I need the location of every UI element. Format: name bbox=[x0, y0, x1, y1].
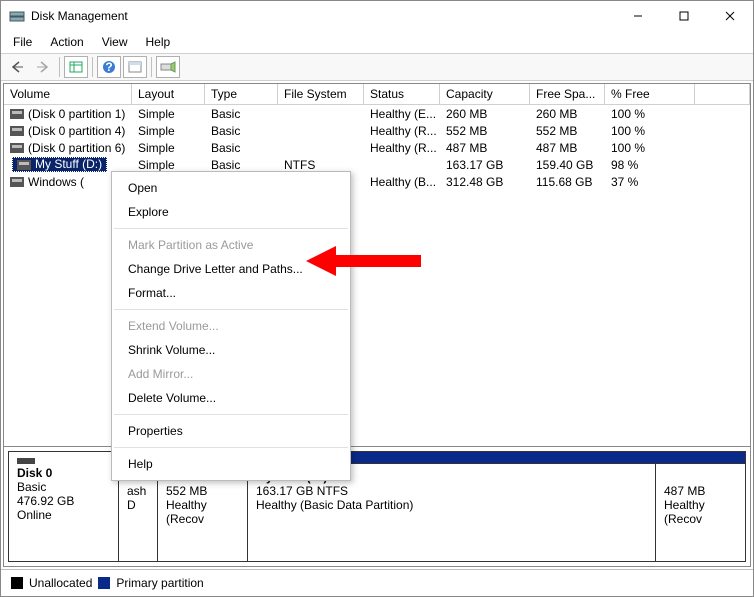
cell-layout: Simple bbox=[132, 107, 205, 121]
cell-fs: NTFS bbox=[278, 158, 364, 172]
partition-status: Healthy (Recov bbox=[166, 498, 239, 526]
disk-icon bbox=[17, 458, 35, 464]
table-row[interactable]: (Disk 0 partition 1)SimpleBasic Healthy (… bbox=[4, 105, 750, 122]
minimize-button[interactable] bbox=[615, 1, 661, 31]
cell-free: 159.40 GB bbox=[530, 158, 605, 172]
cell-pct: 100 % bbox=[605, 107, 695, 121]
forward-button[interactable] bbox=[31, 56, 55, 78]
disk-info-pane[interactable]: Disk 0 Basic 476.92 GB Online bbox=[8, 451, 118, 562]
col-volume[interactable]: Volume bbox=[4, 84, 132, 104]
col-capacity[interactable]: Capacity bbox=[440, 84, 530, 104]
col-type[interactable]: Type bbox=[205, 84, 278, 104]
cell-pct: 98 % bbox=[605, 158, 695, 172]
title-bar[interactable]: Disk Management bbox=[1, 1, 753, 31]
col-filesystem[interactable]: File System bbox=[278, 84, 364, 104]
cell-status: Healthy (R... bbox=[364, 141, 440, 155]
cell-type: Basic bbox=[205, 107, 278, 121]
cell-capacity: 487 MB bbox=[440, 141, 530, 155]
cell-volume: My Stuff (D:) bbox=[4, 157, 132, 173]
col-pctfree[interactable]: % Free bbox=[605, 84, 695, 104]
ctx-shrink-volume[interactable]: Shrink Volume... bbox=[112, 338, 350, 362]
app-icon bbox=[9, 8, 25, 24]
ctx-properties[interactable]: Properties bbox=[112, 419, 350, 443]
menu-view[interactable]: View bbox=[94, 33, 136, 51]
volume-table-header: Volume Layout Type File System Status Ca… bbox=[4, 84, 750, 105]
drive-icon bbox=[10, 143, 24, 153]
partition-status: Healthy (Recov bbox=[664, 498, 737, 526]
cell-capacity: 163.17 GB bbox=[440, 158, 530, 172]
table-row[interactable]: (Disk 0 partition 6)SimpleBasic Healthy (… bbox=[4, 139, 750, 156]
ctx-open[interactable]: Open bbox=[112, 176, 350, 200]
partition-size: 163.17 GB NTFS bbox=[256, 484, 647, 498]
close-button[interactable] bbox=[707, 1, 753, 31]
cell-capacity: 312.48 GB bbox=[440, 175, 530, 189]
window-title: Disk Management bbox=[31, 9, 615, 23]
col-freespace[interactable]: Free Spa... bbox=[530, 84, 605, 104]
legend-unallocated: Unallocated bbox=[29, 576, 92, 590]
cell-capacity: 552 MB bbox=[440, 124, 530, 138]
partition-size: 487 MB bbox=[664, 484, 737, 498]
cell-capacity: 260 MB bbox=[440, 107, 530, 121]
cell-pct: 100 % bbox=[605, 141, 695, 155]
col-spacer bbox=[695, 84, 750, 104]
help-button[interactable]: ? bbox=[97, 56, 121, 78]
drive-icon bbox=[10, 126, 24, 136]
cell-free: 115.68 GB bbox=[530, 175, 605, 189]
svg-text:?: ? bbox=[105, 60, 112, 74]
menu-bar: File Action View Help bbox=[1, 31, 753, 53]
legend-primary: Primary partition bbox=[116, 576, 203, 590]
partition-status: Healthy (Basic Data Partition) bbox=[256, 498, 647, 512]
ctx-help[interactable]: Help bbox=[112, 452, 350, 476]
drive-icon bbox=[10, 177, 24, 187]
menu-action[interactable]: Action bbox=[42, 33, 91, 51]
cell-volume: (Disk 0 partition 1) bbox=[4, 107, 132, 121]
cell-volume: (Disk 0 partition 4) bbox=[4, 124, 132, 138]
table-row[interactable]: (Disk 0 partition 4)SimpleBasic Healthy (… bbox=[4, 122, 750, 139]
partition-status: ash D bbox=[127, 484, 149, 512]
col-status[interactable]: Status bbox=[364, 84, 440, 104]
cell-status: Healthy (E... bbox=[364, 107, 440, 121]
col-layout[interactable]: Layout bbox=[132, 84, 205, 104]
partition[interactable]: 487 MBHealthy (Recov bbox=[656, 463, 746, 562]
disk-type: Basic bbox=[17, 480, 110, 494]
drive-icon bbox=[17, 160, 31, 170]
disk-state: Online bbox=[17, 508, 110, 522]
ctx-add-mirror: Add Mirror... bbox=[112, 362, 350, 386]
ctx-delete-volume[interactable]: Delete Volume... bbox=[112, 386, 350, 410]
cell-pct: 37 % bbox=[605, 175, 695, 189]
back-button[interactable] bbox=[5, 56, 29, 78]
cell-type: Basic bbox=[205, 158, 278, 172]
toolbar: ? bbox=[1, 53, 753, 81]
action-button[interactable] bbox=[156, 56, 180, 78]
cell-status: Healthy (B... bbox=[364, 175, 440, 189]
menu-help[interactable]: Help bbox=[138, 33, 179, 51]
cell-status: Healthy (R... bbox=[364, 124, 440, 138]
cell-type: Basic bbox=[205, 124, 278, 138]
view-list-button[interactable] bbox=[64, 56, 88, 78]
menu-file[interactable]: File bbox=[5, 33, 40, 51]
disk-management-window: Disk Management File Action View Help ? … bbox=[0, 0, 754, 597]
partition-size: 552 MB bbox=[166, 484, 239, 498]
annotation-arrow bbox=[306, 241, 426, 291]
cell-layout: Simple bbox=[132, 124, 205, 138]
ctx-explore[interactable]: Explore bbox=[112, 200, 350, 224]
cell-volume: (Disk 0 partition 6) bbox=[4, 141, 132, 155]
cell-free: 487 MB bbox=[530, 141, 605, 155]
disk-size: 476.92 GB bbox=[17, 494, 110, 508]
legend-swatch-unallocated bbox=[11, 577, 23, 589]
maximize-button[interactable] bbox=[661, 1, 707, 31]
context-menu: Open Explore Mark Partition as Active Ch… bbox=[111, 171, 351, 481]
cell-type: Basic bbox=[205, 141, 278, 155]
cell-free: 260 MB bbox=[530, 107, 605, 121]
cell-pct: 100 % bbox=[605, 124, 695, 138]
view-graphical-button[interactable] bbox=[123, 56, 147, 78]
cell-free: 552 MB bbox=[530, 124, 605, 138]
cell-layout: Simple bbox=[132, 141, 205, 155]
ctx-extend-volume: Extend Volume... bbox=[112, 314, 350, 338]
cell-layout: Simple bbox=[132, 158, 205, 172]
legend: Unallocated Primary partition bbox=[1, 569, 753, 596]
drive-icon bbox=[10, 109, 24, 119]
legend-swatch-primary bbox=[98, 577, 110, 589]
disk-name: Disk 0 bbox=[17, 466, 110, 480]
